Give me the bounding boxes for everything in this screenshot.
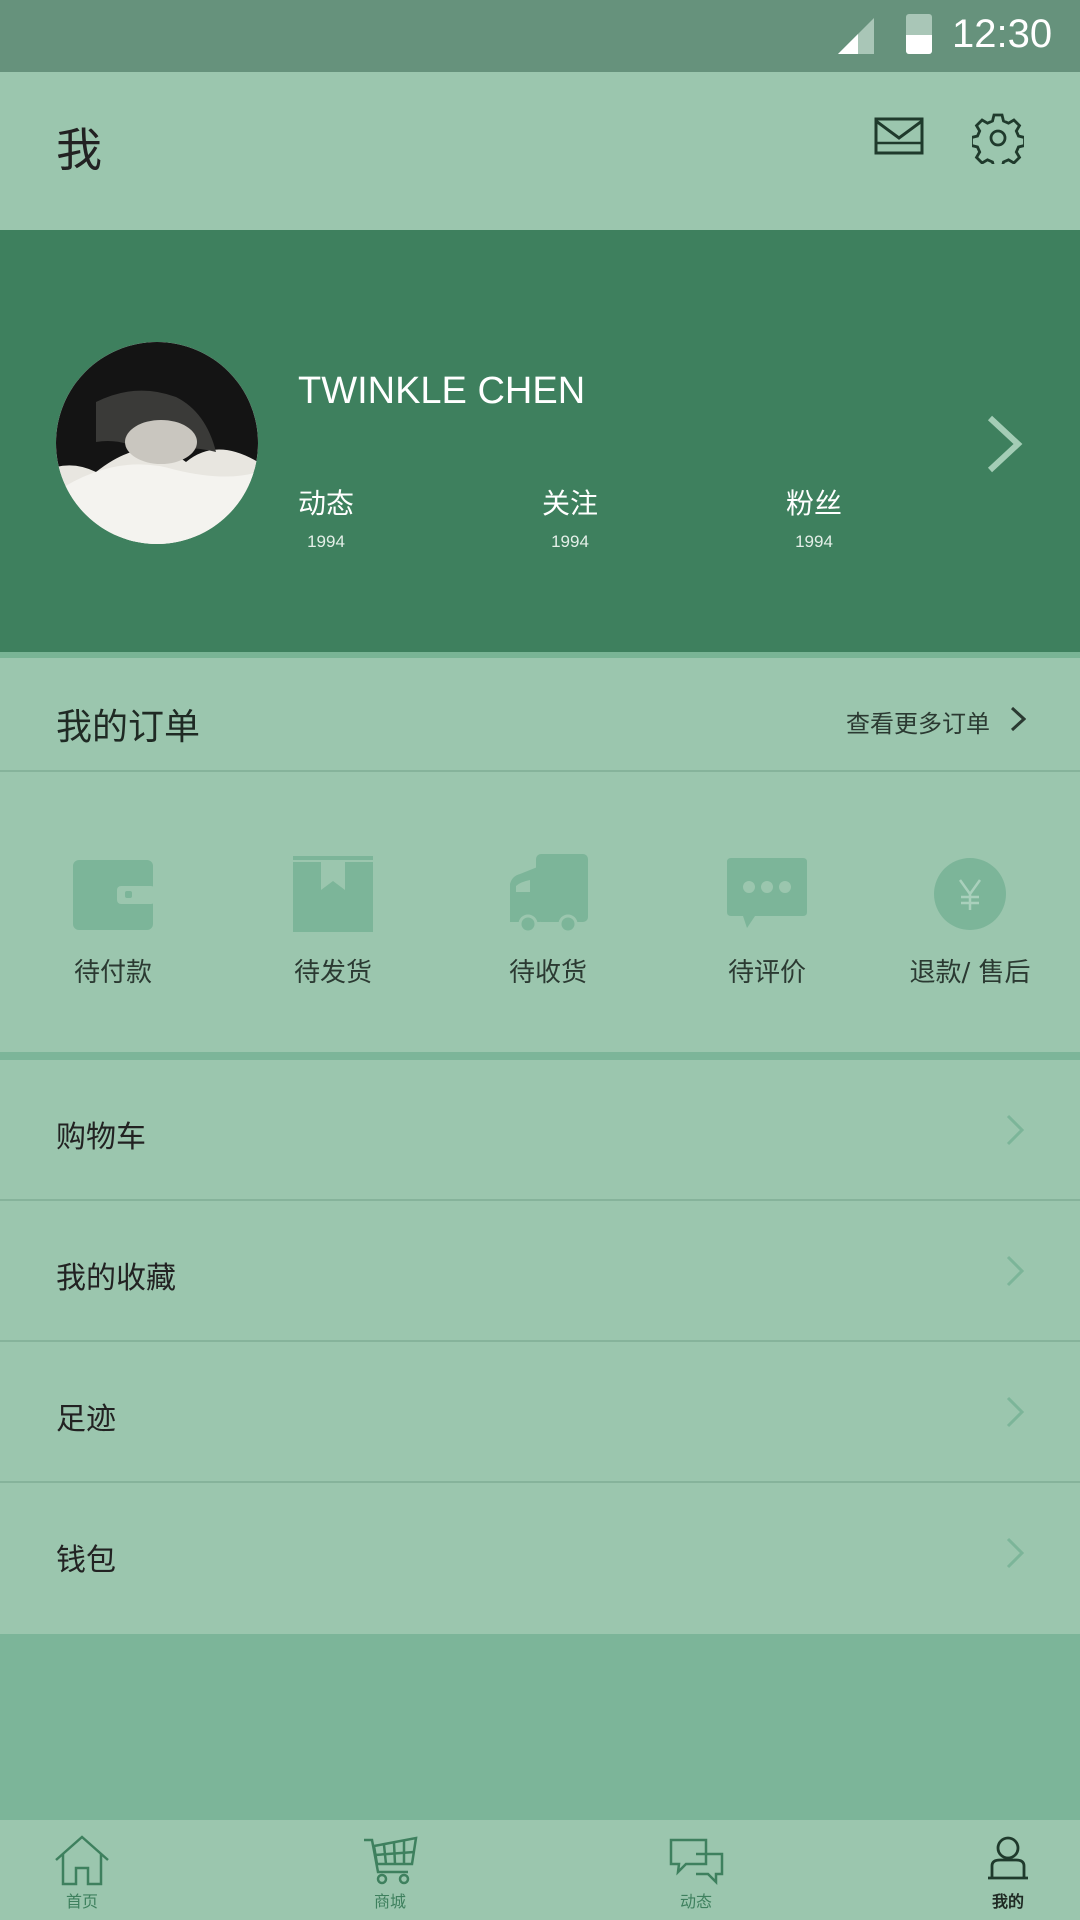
orders-header: 我的订单 查看更多订单 (0, 664, 1080, 772)
stat-value: 1994 (307, 532, 345, 551)
home-icon (55, 1835, 109, 1886)
chevron-right-icon (1006, 1255, 1024, 1287)
order-pending-receipt[interactable]: 待收货 (458, 852, 638, 989)
stat-value: 1994 (551, 532, 589, 551)
section-divider (0, 1052, 1080, 1060)
view-more-orders-link[interactable]: 查看更多订单 (846, 704, 990, 739)
menu-list: 购物车 我的收藏 足迹 钱包 (0, 1060, 1080, 1624)
orders-title: 我的订单 (56, 707, 201, 748)
stat-following[interactable]: 关注 1994 (510, 482, 630, 552)
menu-item-shopping-cart[interactable]: 购物车 (0, 1060, 1080, 1201)
order-item-label: 待收货 (508, 958, 587, 988)
tab-feed[interactable]: 动态 (651, 1834, 741, 1912)
chevron-right-icon[interactable] (1010, 706, 1026, 732)
tab-mall[interactable]: 商城 (345, 1834, 435, 1912)
order-item-label: 退款/ 售后 (909, 958, 1031, 988)
menu-item-label: 钱包 (56, 1543, 116, 1578)
tab-label: 商城 (373, 1892, 406, 1911)
stat-label: 动态 (297, 487, 354, 520)
signal-icon (838, 18, 874, 54)
tab-label: 动态 (679, 1892, 712, 1911)
chat-icon (669, 1838, 724, 1886)
package-icon (293, 856, 373, 932)
tab-home[interactable]: 首页 (37, 1834, 127, 1912)
stat-followers[interactable]: 粉丝 1994 (754, 482, 874, 552)
order-pending-review[interactable]: 待评价 (677, 852, 857, 989)
menu-item-favorites[interactable]: 我的收藏 (0, 1201, 1080, 1342)
status-bar: 12:30 (0, 0, 1080, 72)
chevron-right-icon[interactable] (984, 414, 1024, 474)
stat-label: 粉丝 (785, 487, 842, 520)
content-filler (0, 1634, 1080, 1820)
stat-value: 1994 (795, 532, 833, 551)
status-time: 12:30 (952, 12, 1053, 56)
cart-icon (364, 1836, 418, 1885)
comment-icon (727, 858, 807, 928)
menu-item-wallet[interactable]: 钱包 (0, 1483, 1080, 1624)
menu-item-label: 购物车 (56, 1120, 146, 1155)
chevron-right-icon (1006, 1537, 1024, 1569)
order-refund-aftersale[interactable]: 退款/ 售后 (880, 852, 1060, 989)
chevron-right-icon (1006, 1396, 1024, 1428)
menu-item-footprints[interactable]: 足迹 (0, 1342, 1080, 1483)
stat-posts[interactable]: 动态 1994 (266, 482, 386, 552)
bottom-tab-bar: 首页 商城 动态 我的 (0, 1820, 1080, 1920)
mail-icon[interactable] (874, 116, 924, 156)
menu-item-label: 我的收藏 (56, 1261, 176, 1296)
order-item-label: 待发货 (293, 958, 372, 988)
order-item-label: 待评价 (727, 958, 806, 988)
order-pending-shipment[interactable]: 待发货 (243, 852, 423, 989)
avatar[interactable] (56, 342, 258, 544)
settings-icon[interactable] (972, 112, 1024, 164)
user-icon (988, 1836, 1028, 1880)
refund-icon (934, 858, 1006, 930)
order-pending-payment[interactable]: 待付款 (23, 852, 203, 989)
order-status-row: 待付款 待发货 待收货 待评价 退款/ 售后 (0, 772, 1080, 1054)
wallet-icon (73, 860, 155, 930)
stat-label: 关注 (541, 487, 598, 520)
menu-item-label: 足迹 (56, 1402, 116, 1437)
tab-label: 首页 (65, 1892, 98, 1911)
battery-icon (906, 14, 932, 54)
app-header: 我 (0, 72, 1080, 230)
truck-icon (510, 854, 588, 934)
profile-banner[interactable]: TWINKLE CHEN 动态 1994 关注 1994 粉丝 1994 (0, 230, 1080, 658)
tab-me[interactable]: 我的 (963, 1834, 1053, 1912)
order-item-label: 待付款 (73, 958, 152, 988)
username: TWINKLE CHEN (298, 370, 586, 412)
tab-label: 我的 (991, 1892, 1024, 1911)
page-title: 我 (56, 123, 102, 177)
chevron-right-icon (1006, 1114, 1024, 1146)
